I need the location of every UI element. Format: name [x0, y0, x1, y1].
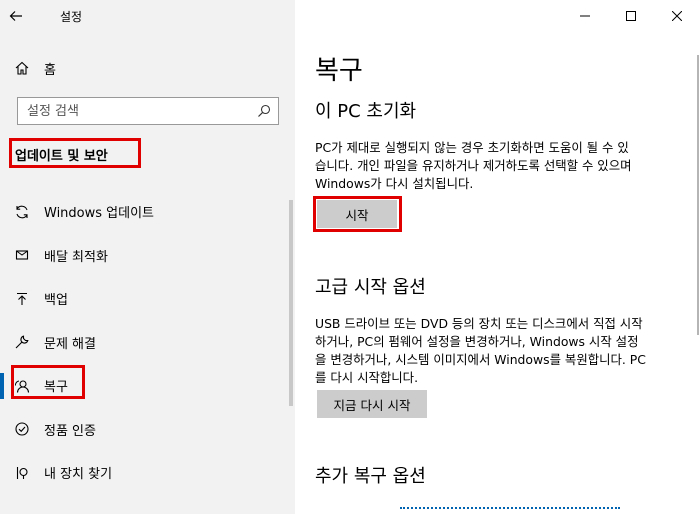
recovery-icon — [0, 378, 44, 394]
advanced-startup-heading: 고급 시작 옵션 — [315, 277, 426, 298]
backup-icon — [0, 291, 44, 307]
advanced-description-line: 하거나, PC의 펌웨어 설정을 변경하거나, Windows 시작 설정 — [315, 334, 639, 349]
active-indicator — [0, 373, 4, 399]
advanced-description-line: 를 다시 시작합니다. — [315, 370, 419, 385]
nav-item-label: 정품 인증 — [44, 423, 96, 439]
back-button[interactable] — [0, 0, 32, 32]
nav-item-recovery[interactable]: 복구 — [0, 364, 295, 408]
nav-list: Windows 업데이트 배달 최적화 백업 문제 해결 복구 정품 인증 내 … — [0, 190, 295, 495]
nav-item-delivery-optimization[interactable]: 배달 최적화 — [0, 234, 295, 278]
advanced-startup-description: USB 드라이브 또는 DVD 등의 장치 또는 디스크에서 직접 시작 하거나… — [315, 315, 673, 387]
maximize-icon — [626, 11, 636, 21]
close-icon — [672, 11, 682, 21]
nav-item-label: 내 장치 찾기 — [44, 467, 113, 483]
close-button[interactable] — [654, 0, 700, 32]
nav-item-label: 문제 해결 — [44, 336, 96, 352]
back-arrow-icon — [9, 11, 22, 21]
more-recovery-heading: 추가 복구 옵션 — [315, 466, 426, 487]
navigation-pane: 설정 홈 업데이트 및 보안 Windows 업데이트 배달 최적화 — [0, 0, 295, 514]
home-icon — [0, 60, 44, 76]
nav-scrollbar[interactable] — [289, 200, 293, 406]
reset-description-line: 습니다. 개인 파일을 유지하거나 제거하도록 선택할 수 있으며 — [315, 158, 632, 173]
advanced-description-line: 을 변경하거나, 시스템 이미지에서 Windows를 복원합니다. PC — [315, 352, 646, 367]
nav-item-label: Windows 업데이트 — [44, 206, 155, 222]
delivery-icon — [0, 247, 44, 263]
reset-description: PC가 제대로 실행되지 않는 경우 초기화하면 도움이 될 수 있 습니다. … — [315, 139, 673, 193]
window-controls — [562, 0, 700, 32]
title-bar: 설정 — [0, 0, 295, 32]
nav-item-troubleshoot[interactable]: 문제 해결 — [0, 321, 295, 365]
search-input[interactable] — [18, 103, 250, 119]
nav-item-label: 백업 — [44, 293, 68, 309]
search-box[interactable] — [17, 97, 279, 125]
nav-item-windows-update[interactable]: Windows 업데이트 — [0, 190, 295, 234]
reset-start-button[interactable]: 시작 — [317, 200, 397, 228]
reset-description-line: Windows가 다시 설치됩니다. — [315, 176, 474, 191]
link-partially-visible[interactable] — [400, 507, 620, 510]
find-device-icon — [0, 465, 44, 481]
content-scrollbar[interactable] — [697, 55, 699, 335]
check-circle-icon — [0, 421, 44, 437]
sync-icon — [0, 204, 44, 220]
nav-item-backup[interactable]: 백업 — [0, 277, 295, 321]
reset-description-line: PC가 제대로 실행되지 않는 경우 초기화하면 도움이 될 수 있 — [315, 140, 629, 155]
app-title: 설정 — [60, 10, 83, 24]
page-title: 복구 — [315, 56, 363, 86]
nav-item-label: 배달 최적화 — [44, 249, 108, 265]
minimize-button[interactable] — [562, 0, 608, 32]
search-icon[interactable] — [250, 104, 278, 118]
reset-heading: 이 PC 초기화 — [315, 101, 417, 122]
restart-now-button[interactable]: 지금 다시 시작 — [317, 390, 427, 418]
section-title: 업데이트 및 보안 — [15, 149, 108, 164]
maximize-button[interactable] — [608, 0, 654, 32]
wrench-icon — [0, 334, 44, 350]
nav-home-label: 홈 — [44, 62, 56, 78]
nav-item-find-my-device[interactable]: 내 장치 찾기 — [0, 451, 295, 495]
content-pane: 복구 이 PC 초기화 PC가 제대로 실행되지 않는 경우 초기화하면 도움이… — [295, 0, 700, 514]
nav-home[interactable]: 홈 — [0, 52, 295, 84]
minimize-icon — [580, 15, 590, 17]
nav-item-label: 복구 — [44, 380, 68, 396]
advanced-description-line: USB 드라이브 또는 DVD 등의 장치 또는 디스크에서 직접 시작 — [315, 316, 643, 331]
nav-item-activation[interactable]: 정품 인증 — [0, 408, 295, 452]
